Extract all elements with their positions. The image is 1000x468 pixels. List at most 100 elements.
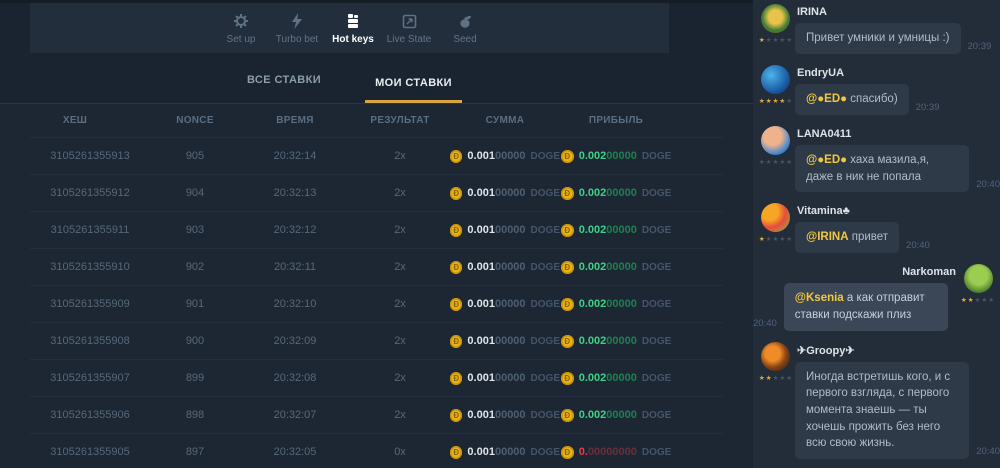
column-header: NONCE <box>150 115 240 126</box>
toolbar-item-live-state[interactable]: Live State <box>381 12 437 45</box>
toolbar-item-label: Turbo bet <box>276 34 318 45</box>
amount-cell: Đ 0.00100000 DOGE <box>450 224 560 237</box>
doge-coin-icon: Đ <box>561 224 574 237</box>
time-cell: 20:32:14 <box>240 150 350 162</box>
doge-coin-icon: Đ <box>450 446 462 459</box>
chat-bubble: @●ED● хаха мазила,я, даже в ник не попал… <box>795 145 969 192</box>
profit-cell: Đ 0.00200000 DOGE <box>560 409 672 422</box>
chat-message: ★★★★★ EndryUA @●ED● спасибо) 20:39 <box>753 63 1000 115</box>
table-row[interactable]: 3105261355906 898 20:32:07 2x Đ 0.001000… <box>30 396 723 433</box>
column-header: РЕЗУЛЬТАТ <box>350 115 450 126</box>
toolbar-item-set-up[interactable]: Set up <box>213 12 269 45</box>
message-time: 20:40 <box>976 446 1000 457</box>
toolbar-item-hot-keys[interactable]: Hot keys <box>325 12 381 45</box>
chat-username[interactable]: LANA0411 <box>797 124 1000 140</box>
result-cell: 2x <box>350 335 450 347</box>
chat-message: ★★★★★ LANA0411 @●ED● хаха мазила,я, даже… <box>753 124 1000 192</box>
chat-username[interactable]: Vitamina♣ <box>797 201 1000 217</box>
doge-coin-icon: Đ <box>561 150 574 163</box>
chat-bubble: @●ED● спасибо) <box>795 84 909 115</box>
nonce-cell: 902 <box>150 261 240 273</box>
user-rating-stars: ★★★★★ <box>758 36 794 44</box>
toolbar: Set up Turbo bet Hot keys Live State See… <box>30 3 669 53</box>
hash-cell[interactable]: 3105261355906 <box>30 409 150 421</box>
avatar[interactable] <box>761 4 790 33</box>
table-row[interactable]: 3105261355905 897 20:32:05 0x Đ 0.001000… <box>30 433 723 468</box>
result-cell: 2x <box>350 224 450 236</box>
gear-icon <box>233 12 249 29</box>
time-cell: 20:32:13 <box>240 187 350 199</box>
hash-cell[interactable]: 3105261355907 <box>30 372 150 384</box>
table-row[interactable]: 3105261355912 904 20:32:13 2x Đ 0.001000… <box>30 174 723 211</box>
hash-cell[interactable]: 3105261355908 <box>30 335 150 347</box>
result-cell: 2x <box>350 409 450 421</box>
tab-all-bets[interactable]: ВСЕ СТАВКИ <box>237 74 331 103</box>
table-row[interactable]: 3105261355908 900 20:32:09 2x Đ 0.001000… <box>30 322 723 359</box>
message-time: 20:40 <box>976 179 1000 190</box>
app: Set up Turbo bet Hot keys Live State See… <box>0 0 1000 468</box>
table-row[interactable]: 3105261355907 899 20:32:08 2x Đ 0.001000… <box>30 359 723 396</box>
tab-my-bets[interactable]: МОИ СТАВКИ <box>365 77 462 103</box>
currency-label: DOGE <box>642 151 671 162</box>
chat-username[interactable]: Narkoman <box>753 262 956 278</box>
currency-label: DOGE <box>642 262 671 273</box>
table-row[interactable]: 3105261355911 903 20:32:12 2x Đ 0.001000… <box>30 211 723 248</box>
amount-cell: Đ 0.00100000 DOGE <box>450 409 560 422</box>
currency-label: DOGE <box>642 336 671 347</box>
avatar[interactable] <box>761 126 790 155</box>
user-rating-stars: ★★★★★ <box>758 374 794 382</box>
lightning-icon <box>291 12 303 29</box>
live-state-icon <box>402 12 417 29</box>
mention-link[interactable]: @IRINA <box>806 231 849 243</box>
toolbar-item-turbo-bet[interactable]: Turbo bet <box>269 12 325 45</box>
hash-cell[interactable]: 3105261355909 <box>30 298 150 310</box>
chat-username[interactable]: IRINA <box>797 2 1000 18</box>
table-row[interactable]: 3105261355913 905 20:32:14 2x Đ 0.001000… <box>30 137 723 174</box>
hash-cell[interactable]: 3105261355911 <box>30 224 150 236</box>
tabs-bar: ВСЕ СТАВКИ МОИ СТАВКИ <box>0 53 753 104</box>
amount-cell: Đ 0.00100000 DOGE <box>450 335 560 348</box>
profit-cell: Đ 0.00200000 DOGE <box>560 298 672 311</box>
avatar[interactable] <box>964 264 993 293</box>
mention-link[interactable]: @●ED● <box>806 154 847 166</box>
column-header: ХЕШ <box>0 115 150 126</box>
amount-cell: Đ 0.00100000 DOGE <box>450 446 560 459</box>
currency-label: DOGE <box>531 447 560 458</box>
chat-username[interactable]: EndryUA <box>797 63 1000 79</box>
currency-label: DOGE <box>642 299 671 310</box>
amount-cell: Đ 0.00100000 DOGE <box>450 261 560 274</box>
avatar[interactable] <box>761 65 790 94</box>
toolbar-item-label: Seed <box>453 34 476 45</box>
user-rating-stars: ★★★★★ <box>758 158 794 166</box>
hash-cell[interactable]: 3105261355912 <box>30 187 150 199</box>
chat-panel: ★★★★★ IRINA Привет умники и умницы :) 20… <box>753 0 1000 468</box>
chat-bubble: @IRINA привет <box>795 222 899 253</box>
table-row[interactable]: 3105261355909 901 20:32:10 2x Đ 0.001000… <box>30 285 723 322</box>
doge-coin-icon: Đ <box>561 335 574 348</box>
doge-coin-icon: Đ <box>561 298 574 311</box>
avatar[interactable] <box>761 203 790 232</box>
doge-coin-icon: Đ <box>450 150 462 163</box>
mention-link[interactable]: @Ksenia <box>795 292 844 304</box>
avatar[interactable] <box>761 342 790 371</box>
toolbar-item-seed[interactable]: Seed <box>437 12 493 45</box>
seed-icon <box>458 12 473 29</box>
hotkeys-icon <box>345 12 361 29</box>
amount-cell: Đ 0.00100000 DOGE <box>450 187 560 200</box>
mention-link[interactable]: @●ED● <box>806 93 847 105</box>
doge-coin-icon: Đ <box>561 261 574 274</box>
time-cell: 20:32:12 <box>240 224 350 236</box>
hash-cell[interactable]: 3105261355905 <box>30 446 150 458</box>
chat-username[interactable]: ✈Groopy✈ <box>797 340 1000 357</box>
profit-cell: Đ 0.00200000 DOGE <box>560 335 672 348</box>
toolbar-item-label: Set up <box>227 34 256 45</box>
hash-cell[interactable]: 3105261355913 <box>30 150 150 162</box>
table-row[interactable]: 3105261355910 902 20:32:11 2x Đ 0.001000… <box>30 248 723 285</box>
doge-coin-icon: Đ <box>450 372 462 385</box>
nonce-cell: 898 <box>150 409 240 421</box>
user-rating-stars: ★★★★★ <box>758 97 794 105</box>
hash-cell[interactable]: 3105261355910 <box>30 261 150 273</box>
message-time: 20:40 <box>753 318 777 329</box>
doge-coin-icon: Đ <box>561 409 574 422</box>
amount-cell: Đ 0.00100000 DOGE <box>450 150 560 163</box>
